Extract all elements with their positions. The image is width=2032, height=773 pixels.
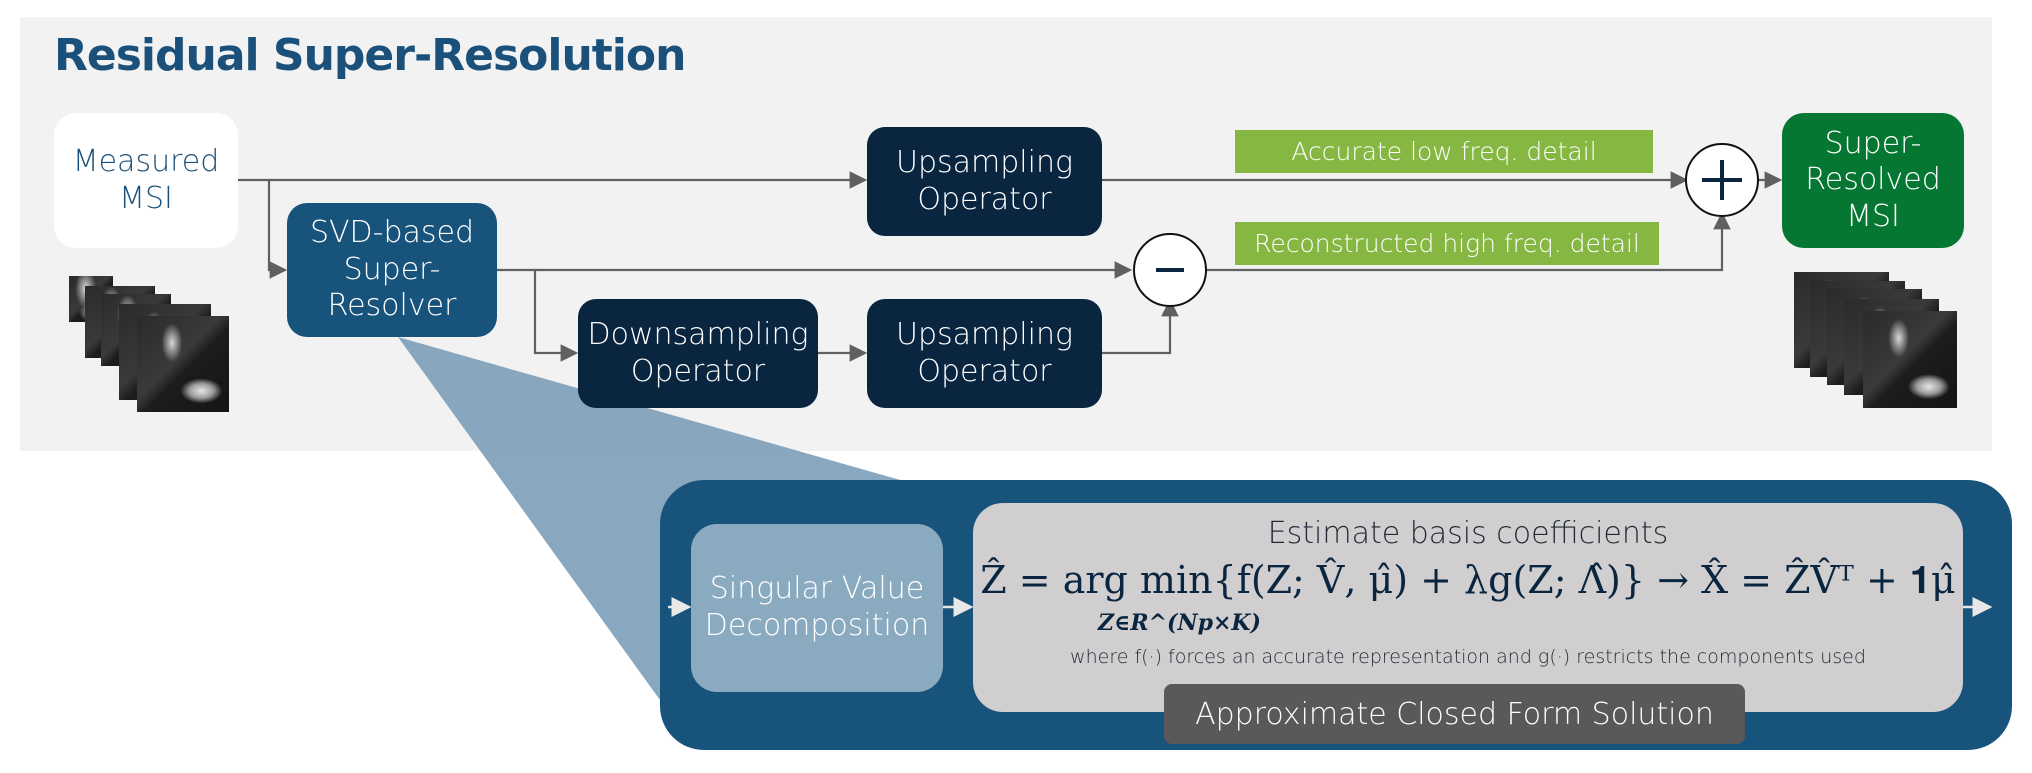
arrow-measured-to-svd [267,180,288,279]
downsampling-operator: Downsampling Operator [578,299,818,408]
high-freq-label: Reconstructed high freq. detail [1235,222,1659,265]
formula-subscript: Z∈R^(Np×K) [1098,610,1261,636]
optimization-formula: Ẑ = arg min{f(Z; V̂, μ̂) + λg(Z; Λ̂)} → … [980,558,1956,602]
low-freq-label: Accurate low freq. detail [1235,130,1653,173]
measured-msi-node: Measured MSI [54,113,238,248]
svd-decomposition-node: Singular Value Decomposition [691,524,943,692]
msi-frame [137,316,229,412]
upsampling-operator-bottom: Upsampling Operator [867,299,1102,408]
arrow-up-to-subtract [1102,298,1179,355]
formula-title: Estimate basis coefficients [1267,516,1669,551]
closed-form-label: Approximate Closed Form Solution [1164,684,1745,744]
arrow-svd-to-downsampling [533,270,579,362]
msi-frame [1863,311,1957,408]
super-resolved-msi-node: Super- Resolved MSI [1782,113,1964,248]
upsampling-operator-top: Upsampling Operator [867,127,1102,236]
formula-note: where f(·) forces an accurate representa… [1070,646,1866,668]
svd-super-resolver-node: SVD-based Super- Resolver [287,203,497,337]
